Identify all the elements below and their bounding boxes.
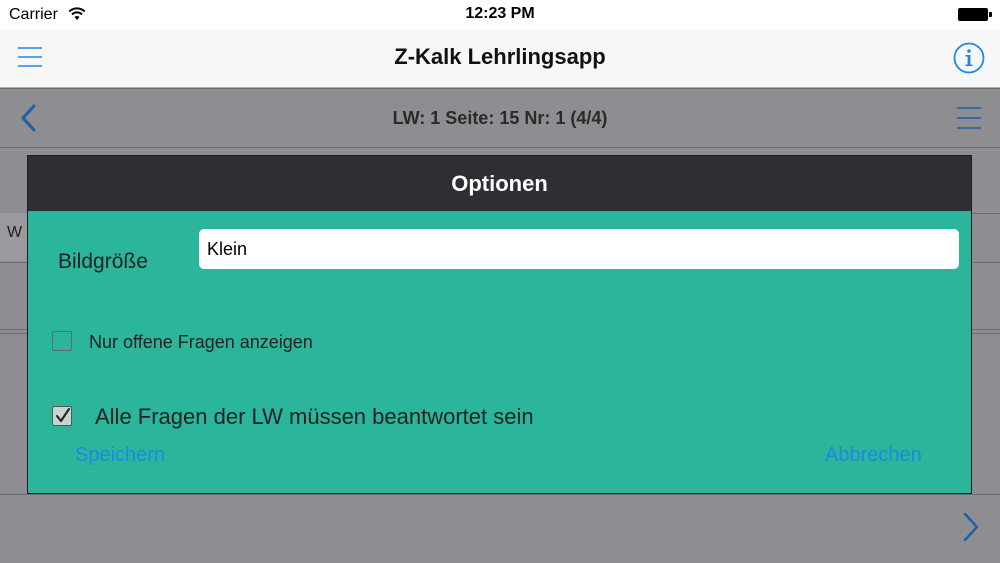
cancel-button[interactable]: Abbrechen bbox=[825, 444, 922, 467]
question-text-fragment: W bbox=[7, 224, 23, 241]
all-answered-label[interactable]: Alle Fragen der LW müssen beantwortet se… bbox=[95, 404, 534, 430]
chevron-right-icon[interactable] bbox=[960, 511, 982, 543]
save-button[interactable]: Speichern bbox=[75, 444, 165, 467]
image-size-label: Bildgröße bbox=[58, 250, 148, 273]
app-title: Z-Kalk Lehrlingsapp bbox=[394, 44, 606, 69]
open-questions-label[interactable]: Nur offene Fragen anzeigen bbox=[89, 332, 313, 353]
all-answered-checkbox[interactable] bbox=[52, 406, 72, 426]
navigation-bar: Z-Kalk Lehrlingsapp bbox=[0, 30, 1000, 88]
list-icon[interactable] bbox=[956, 105, 982, 131]
question-position: LW: 1 Seite: 15 Nr: 1 (4/4) bbox=[392, 108, 608, 128]
open-questions-checkbox[interactable] bbox=[52, 331, 72, 351]
question-header: LW: 1 Seite: 15 Nr: 1 (4/4) bbox=[0, 88, 1000, 148]
info-icon[interactable] bbox=[953, 42, 985, 74]
battery-icon bbox=[958, 8, 992, 21]
clock: 12:23 PM bbox=[465, 5, 535, 22]
status-bar: Carrier 12:23 PM bbox=[0, 0, 1000, 30]
image-size-field[interactable]: Klein bbox=[199, 229, 959, 269]
bottom-navigation bbox=[0, 494, 1000, 563]
dialog-title: Optionen bbox=[28, 156, 971, 211]
checkmark-icon bbox=[55, 407, 71, 423]
dialog-body: Bildgröße Klein Nur offene Fragen anzeig… bbox=[28, 211, 971, 493]
options-dialog: Optionen Bildgröße Klein Nur offene Frag… bbox=[27, 155, 972, 494]
